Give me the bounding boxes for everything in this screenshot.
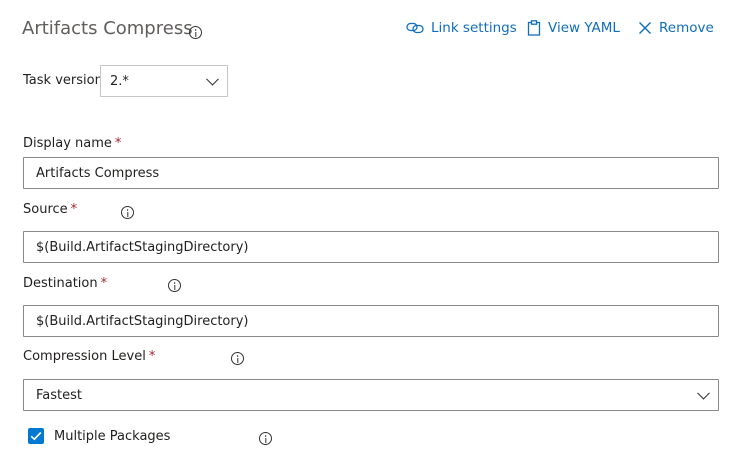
- info-icon[interactable]: [231, 352, 245, 365]
- checkmark-icon: [30, 431, 42, 441]
- destination-label: Destination *: [23, 276, 108, 291]
- task-title: Artifacts Compress: [22, 18, 193, 39]
- source-input[interactable]: $(Build.ArtifactStagingDirectory): [23, 231, 719, 263]
- view-yaml-button[interactable]: View YAML: [527, 20, 620, 36]
- compression-level-label: Compression Level *: [23, 349, 156, 364]
- source-label: Source *: [23, 202, 78, 217]
- display-name-input[interactable]: Artifacts Compress: [23, 157, 719, 189]
- task-version-label: Task version: [23, 73, 103, 88]
- view-yaml-label: View YAML: [548, 20, 620, 36]
- close-icon: [639, 22, 651, 34]
- required-mark: *: [100, 276, 108, 291]
- info-icon[interactable]: [189, 26, 202, 39]
- info-icon[interactable]: [168, 279, 182, 292]
- chevron-down-icon: [206, 72, 219, 86]
- compression-level-select[interactable]: Fastest: [23, 379, 719, 411]
- multiple-packages-checkbox[interactable]: [28, 428, 44, 444]
- task-version-value: 2.*: [110, 73, 129, 89]
- chevron-down-icon: [697, 386, 710, 400]
- required-mark: *: [70, 202, 78, 217]
- destination-input[interactable]: $(Build.ArtifactStagingDirectory): [23, 305, 719, 337]
- remove-label: Remove: [659, 20, 714, 36]
- clipboard-icon: [527, 20, 541, 36]
- task-version-select[interactable]: 2.*: [100, 65, 228, 97]
- link-icon: [406, 22, 424, 34]
- remove-button[interactable]: Remove: [638, 20, 714, 36]
- link-settings-label: Link settings: [431, 20, 517, 36]
- compression-level-value: Fastest: [36, 387, 82, 403]
- display-name-label: Display name *: [23, 136, 122, 151]
- required-mark: *: [148, 349, 156, 364]
- link-settings-button[interactable]: Link settings: [406, 20, 517, 36]
- required-mark: *: [114, 136, 122, 151]
- info-icon[interactable]: [259, 432, 273, 445]
- info-icon[interactable]: [121, 206, 135, 219]
- multiple-packages-label: Multiple Packages: [54, 429, 171, 444]
